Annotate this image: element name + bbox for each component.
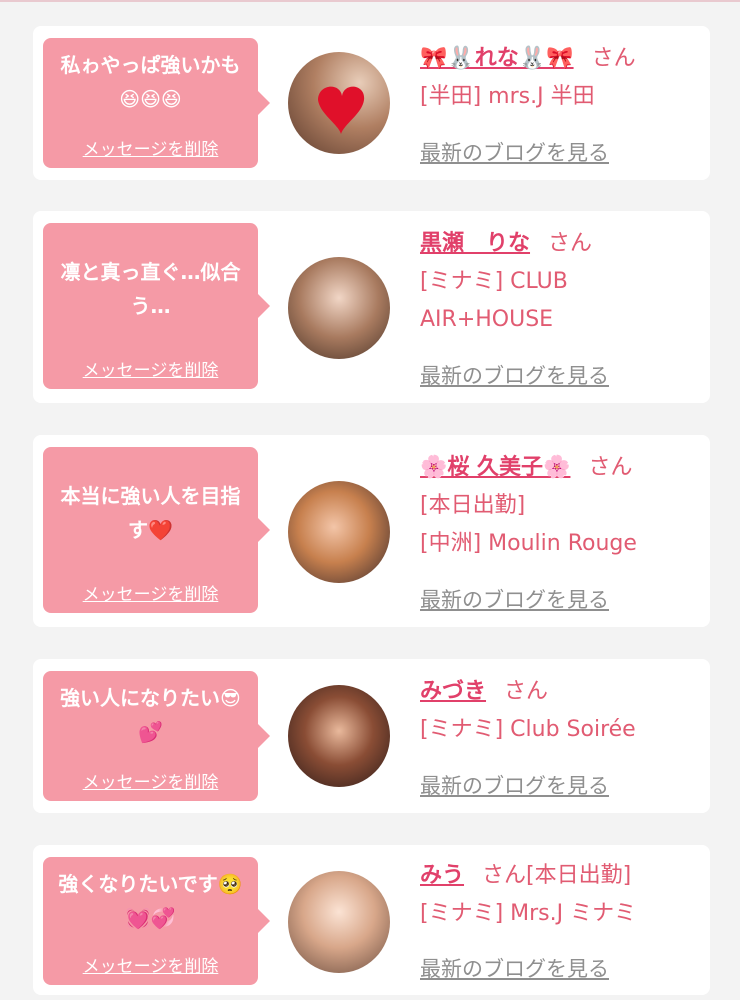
sender-info: みづき さん [ミナミ] Club Soirée [420,673,700,749]
shop-line: [ミナミ] Club Soirée [420,717,636,742]
message-bubble: 強い人になりたい😎💕 メッセージを削除 [43,671,270,801]
message-card: 凛と真っ直ぐ…似合う… メッセージを削除 黒瀬 りな さん [ミナミ] CLUB … [33,211,710,403]
shop-line: [ミナミ] CLUB [420,269,568,294]
message-text: 本当に強い人を目指す❤️ [60,484,241,542]
status-line: [本日出勤] [420,493,526,518]
latest-blog-link[interactable]: 最新のブログを見る [420,770,609,800]
sender-name-link[interactable]: みう [420,863,464,888]
shop-line: AIR+HOUSE [420,307,554,332]
honorific: さん [591,46,636,71]
message-bubble: 強くなりたいです🥺💓💞 メッセージを削除 [43,857,270,985]
sender-info: 🌸桜 久美子🌸 さん [本日出勤] [中洲] Moulin Rouge [420,449,700,563]
sender-name-link[interactable]: 黒瀬 りな [420,231,530,256]
avatar[interactable] [288,481,390,583]
latest-blog-link[interactable]: 最新のブログを見る [420,584,609,614]
honorific: さん [548,231,593,256]
shop-line: [ミナミ] Mrs.J ミナミ [420,901,637,926]
message-text: 私ゎやっぱ強いかも😆😆😆 [60,53,241,111]
delete-message-link[interactable]: メッセージを削除 [43,135,258,160]
delete-message-link[interactable]: メッセージを削除 [43,356,258,381]
message-bubble: 私ゎやっぱ強いかも😆😆😆 メッセージを削除 [43,38,270,168]
avatar[interactable] [288,52,390,154]
delete-message-link[interactable]: メッセージを削除 [43,768,258,793]
latest-blog-link[interactable]: 最新のブログを見る [420,360,609,390]
message-card: 強くなりたいです🥺💓💞 メッセージを削除 みう さん[本日出勤] [ミナミ] Mr… [33,845,710,995]
sender-name-link[interactable]: 🎀🐰れな🐰🎀 [420,46,574,71]
shop-line: [中洲] Moulin Rouge [420,531,637,556]
top-divider [0,0,740,2]
message-bubble: 凛と真っ直ぐ…似合う… メッセージを削除 [43,223,270,389]
message-card: 私ゎやっぱ強いかも😆😆😆 メッセージを削除 🎀🐰れな🐰🎀 さん [半田] mrs.… [33,26,710,180]
sender-info: みう さん[本日出勤] [ミナミ] Mrs.J ミナミ [420,857,700,933]
latest-blog-link[interactable]: 最新のブログを見る [420,953,609,983]
message-card: 本当に強い人を目指す❤️ メッセージを削除 🌸桜 久美子🌸 さん [本日出勤] [… [33,435,710,627]
honorific: さん [588,455,633,480]
avatar[interactable] [288,257,390,359]
avatar[interactable] [288,685,390,787]
shop-line: [半田] mrs.J 半田 [420,84,595,109]
latest-blog-link[interactable]: 最新のブログを見る [420,137,609,167]
honorific: さん [482,863,527,888]
delete-message-link[interactable]: メッセージを削除 [43,952,258,977]
message-bubble: 本当に強い人を目指す❤️ メッセージを削除 [43,447,270,613]
sender-info: 🎀🐰れな🐰🎀 さん [半田] mrs.J 半田 [420,40,700,116]
message-card: 強い人になりたい😎💕 メッセージを削除 みづき さん [ミナミ] Club Soi… [33,659,710,813]
avatar[interactable] [288,871,390,973]
sender-status: [本日出勤] [526,863,632,888]
sender-name-link[interactable]: みづき [420,679,486,704]
message-text: 強い人になりたい😎💕 [60,686,241,744]
heart-sticker-icon [318,86,365,134]
delete-message-link[interactable]: メッセージを削除 [43,580,258,605]
message-text: 強くなりたいです🥺💓💞 [58,872,243,930]
message-text: 凛と真っ直ぐ…似合う… [60,260,241,318]
honorific: さん [504,679,549,704]
sender-info: 黒瀬 りな さん [ミナミ] CLUB AIR+HOUSE [420,225,700,339]
sender-name-link[interactable]: 🌸桜 久美子🌸 [420,455,570,480]
